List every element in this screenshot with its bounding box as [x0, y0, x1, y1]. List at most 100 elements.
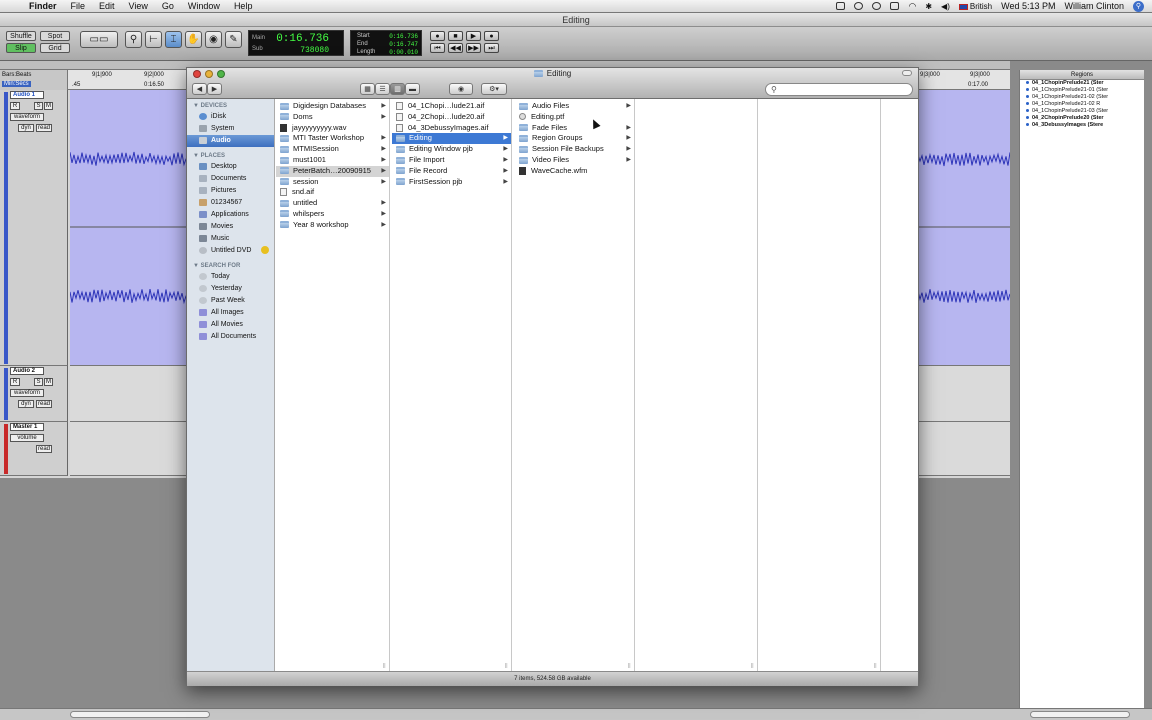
sidebar-item-applications[interactable]: Applications	[187, 209, 274, 221]
sidebar-item-pictures[interactable]: Pictures	[187, 185, 274, 197]
file-row[interactable]: Editing.ptf	[515, 112, 634, 123]
stop-button[interactable]: ■	[448, 31, 463, 41]
menu-edit[interactable]: Edit	[92, 1, 122, 11]
dyn-button[interactable]: dyn	[18, 124, 34, 132]
file-row[interactable]: File Record ▶	[392, 166, 511, 177]
zoom-presets[interactable]: ▭▭	[80, 31, 118, 48]
wifi-icon[interactable]: ◠	[908, 1, 916, 12]
online-button[interactable]: ●	[430, 31, 445, 41]
finder-column-4[interactable]: ||	[637, 99, 758, 671]
file-row[interactable]: WaveCache.wfm	[515, 166, 634, 177]
solo-button[interactable]: S	[34, 378, 43, 386]
column-resize-handle[interactable]: ||	[383, 663, 389, 671]
region-item[interactable]: 04_1ChopinPrelude21-03 (Ster	[1020, 108, 1144, 115]
file-row[interactable]: FirstSession pjb ▶	[392, 177, 511, 188]
clock[interactable]: Wed 5:13 PM	[1001, 1, 1055, 11]
grid-mode-button[interactable]: Grid	[40, 43, 70, 53]
menu-view[interactable]: View	[122, 1, 155, 11]
dyn-button[interactable]: dyn	[18, 400, 34, 408]
sidebar-item-today[interactable]: Today	[187, 271, 274, 283]
pencil-tool-icon[interactable]: ✎	[225, 31, 242, 48]
finder-column-2[interactable]: 04_1Chopi…lude21.aif 04_2Chopi…lude20.aif…	[392, 99, 512, 671]
burn-icon[interactable]	[261, 246, 270, 255]
selection-info[interactable]: Start End Length 0:16.736 0:16.747 0:00.…	[350, 30, 422, 56]
track-view-selector[interactable]: waveform	[10, 389, 44, 397]
sidebar-item-past-week[interactable]: Past Week	[187, 295, 274, 307]
mute-button[interactable]: M	[44, 378, 53, 386]
file-row[interactable]: Digidesign Databases ▶	[276, 101, 389, 112]
spotlight-icon[interactable]: ⚲	[1133, 0, 1144, 12]
sidebar-item-audio[interactable]: Audio	[187, 135, 274, 147]
volume-icon[interactable]: ◀)	[941, 2, 950, 11]
sidebar-item-movies[interactable]: Movies	[187, 221, 274, 233]
file-row[interactable]: Editing ▶	[392, 133, 511, 145]
menu-file[interactable]: File	[64, 1, 93, 11]
file-row[interactable]: Session File Backups ▶	[515, 144, 634, 155]
sidebar-item-system[interactable]: System	[187, 123, 274, 135]
action-gear-icon[interactable]: ⚙▾	[481, 83, 507, 95]
file-row[interactable]: 04_1Chopi…lude21.aif	[392, 101, 511, 112]
column-resize-handle[interactable]: ||	[628, 663, 634, 671]
search-field[interactable]: ⚲	[765, 83, 913, 96]
file-row[interactable]: 04_2Chopi…lude20.aif	[392, 112, 511, 123]
region-item[interactable]: 04_2ChopinPrelude20 (Ster	[1020, 115, 1144, 122]
regions-list[interactable]: Regions 04_1ChopinPrelude21 (Ster 04_1Cho…	[1019, 70, 1144, 710]
track-name-audio-1[interactable]: Audio 1	[10, 91, 44, 99]
toolbar-toggle-button[interactable]	[902, 70, 912, 76]
file-row[interactable]: snd.aif	[276, 187, 389, 198]
grabber-tool-icon[interactable]: ✋	[185, 31, 202, 48]
region-item[interactable]: 04_1ChopinPrelude21-02 R	[1020, 101, 1144, 108]
quick-look-eye-icon[interactable]: ◉	[449, 83, 473, 95]
finder-column-3[interactable]: Audio Files ▶ Editing.ptf Fade Files ▶ Region…	[515, 99, 635, 671]
display-icon[interactable]	[836, 2, 846, 10]
track-header-audio-1[interactable]: Audio 1 R S M waveform dyn read	[0, 90, 68, 366]
sidebar-item-home[interactable]: 01234567	[187, 197, 274, 209]
zoomer-tool-icon[interactable]: ⚲	[125, 31, 142, 48]
file-row[interactable]: Fade Files ▶	[515, 123, 634, 134]
icon-view-button[interactable]: ▦	[360, 83, 375, 95]
finder-column-6[interactable]	[883, 99, 918, 671]
sidebar-item-idisk[interactable]: iDisk	[187, 111, 274, 123]
rewind-button[interactable]: ◀◀	[448, 43, 463, 53]
regions-scrollbar[interactable]	[1030, 711, 1130, 718]
file-row[interactable]: Audio Files ▶	[515, 101, 634, 112]
solo-button[interactable]: S	[34, 102, 43, 110]
sidebar-item-all-documents[interactable]: All Documents	[187, 331, 274, 343]
horizontal-scrollbar[interactable]	[70, 711, 210, 718]
main-counter[interactable]: Main Sub 0:16.736 738080	[248, 30, 344, 56]
file-row[interactable]: Editing Window pjb ▶	[392, 144, 511, 155]
menu-go[interactable]: Go	[155, 1, 181, 11]
file-row[interactable]: Region Groups ▶	[515, 133, 634, 144]
go-to-end-button[interactable]: ⏭	[484, 43, 499, 53]
file-row[interactable]: session ▶	[276, 177, 389, 188]
file-row[interactable]: untitled ▶	[276, 198, 389, 209]
list-view-button[interactable]: ☰	[375, 83, 390, 95]
column-resize-handle[interactable]: ||	[505, 663, 511, 671]
sidebar-item-music[interactable]: Music	[187, 233, 274, 245]
calendar-icon[interactable]	[890, 2, 900, 10]
forward-button[interactable]: ▶	[207, 83, 222, 95]
sidebar-item-documents[interactable]: Documents	[187, 173, 274, 185]
time-machine-icon[interactable]	[872, 2, 882, 10]
record-button[interactable]: ●	[484, 31, 499, 41]
menu-app-name[interactable]: Finder	[22, 1, 64, 11]
min-secs-ruler-label[interactable]: Min:Secs	[2, 81, 31, 87]
scrubber-tool-icon[interactable]: ◉	[205, 31, 222, 48]
user-menu[interactable]: William Clinton	[1064, 1, 1124, 11]
file-row[interactable]: must1001 ▶	[276, 155, 389, 166]
spot-mode-button[interactable]: Spot	[40, 31, 70, 41]
column-resize-handle[interactable]: ||	[751, 663, 757, 671]
column-resize-handle[interactable]: ||	[874, 663, 880, 671]
region-item[interactable]: 04_1ChopinPrelude21 (Ster	[1020, 80, 1144, 87]
track-header-master-1[interactable]: Master 1 volume read	[0, 422, 68, 476]
finder-column-5[interactable]: ||	[760, 99, 881, 671]
bluetooth-icon[interactable]: ✱	[925, 2, 932, 11]
slip-mode-button[interactable]: Slip	[6, 43, 36, 53]
track-view-selector[interactable]: volume	[10, 434, 44, 442]
sidebar-item-untitled-dvd[interactable]: Untitled DVD	[187, 245, 274, 257]
region-item[interactable]: 04_3DebussyImages (Stere	[1020, 122, 1144, 129]
file-row[interactable]: Video Files ▶	[515, 155, 634, 166]
menu-help[interactable]: Help	[227, 1, 260, 11]
trim-tool-icon[interactable]: ⊢	[145, 31, 162, 48]
sidebar-item-desktop[interactable]: Desktop	[187, 161, 274, 173]
